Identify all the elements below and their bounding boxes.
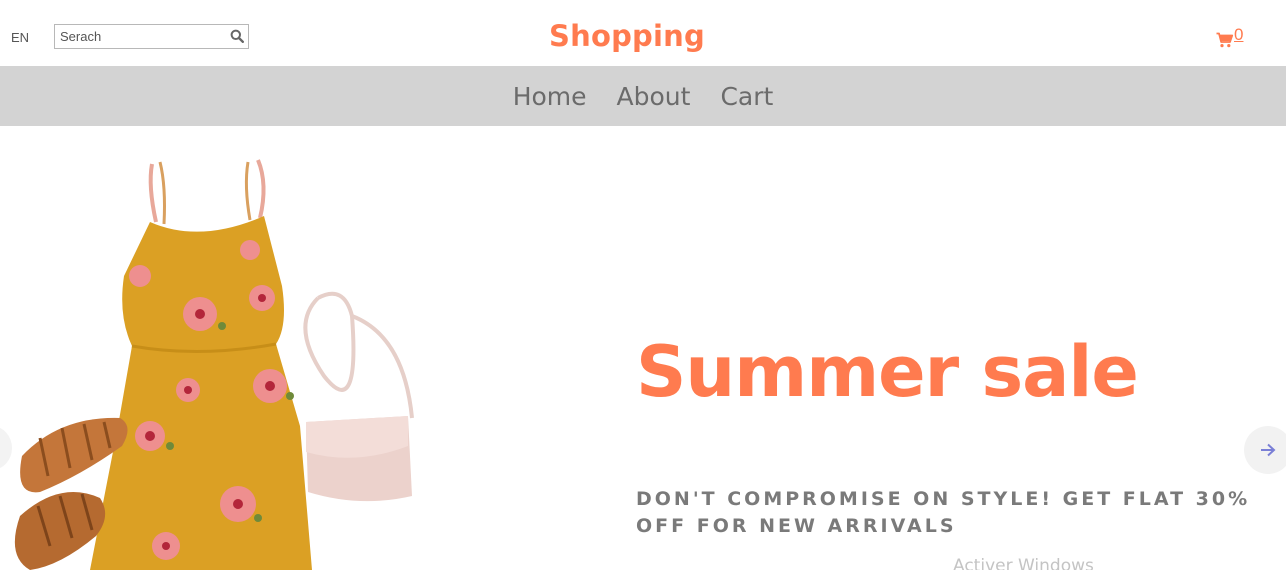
nav-item-about[interactable]: About xyxy=(617,82,691,111)
arrow-right-icon[interactable] xyxy=(1260,443,1276,457)
nav-item-cart[interactable]: Cart xyxy=(720,82,773,111)
shopping-cart-icon[interactable] xyxy=(1216,32,1234,48)
windows-activation-watermark: Activer Windows xyxy=(953,556,1094,570)
hero-slider: Summer sale DON'T COMPROMISE ON STYLE! G… xyxy=(0,126,1286,570)
cart-link[interactable]: 0 xyxy=(1216,25,1246,50)
cart-count-badge[interactable]: 0 xyxy=(1234,25,1243,45)
top-header: EN Shopping 0 xyxy=(0,0,1286,66)
main-navigation: Home About Cart xyxy=(0,66,1286,126)
nav-item-home[interactable]: Home xyxy=(513,82,587,111)
carousel-next-button[interactable] xyxy=(1244,426,1286,474)
site-logo[interactable]: Shopping xyxy=(0,19,1254,53)
hero-subtitle: DON'T COMPROMISE ON STYLE! GET FLAT 30% … xyxy=(636,488,1251,537)
summer-dress-product-image xyxy=(14,159,414,570)
hero-title: Summer sale xyxy=(636,331,1139,413)
